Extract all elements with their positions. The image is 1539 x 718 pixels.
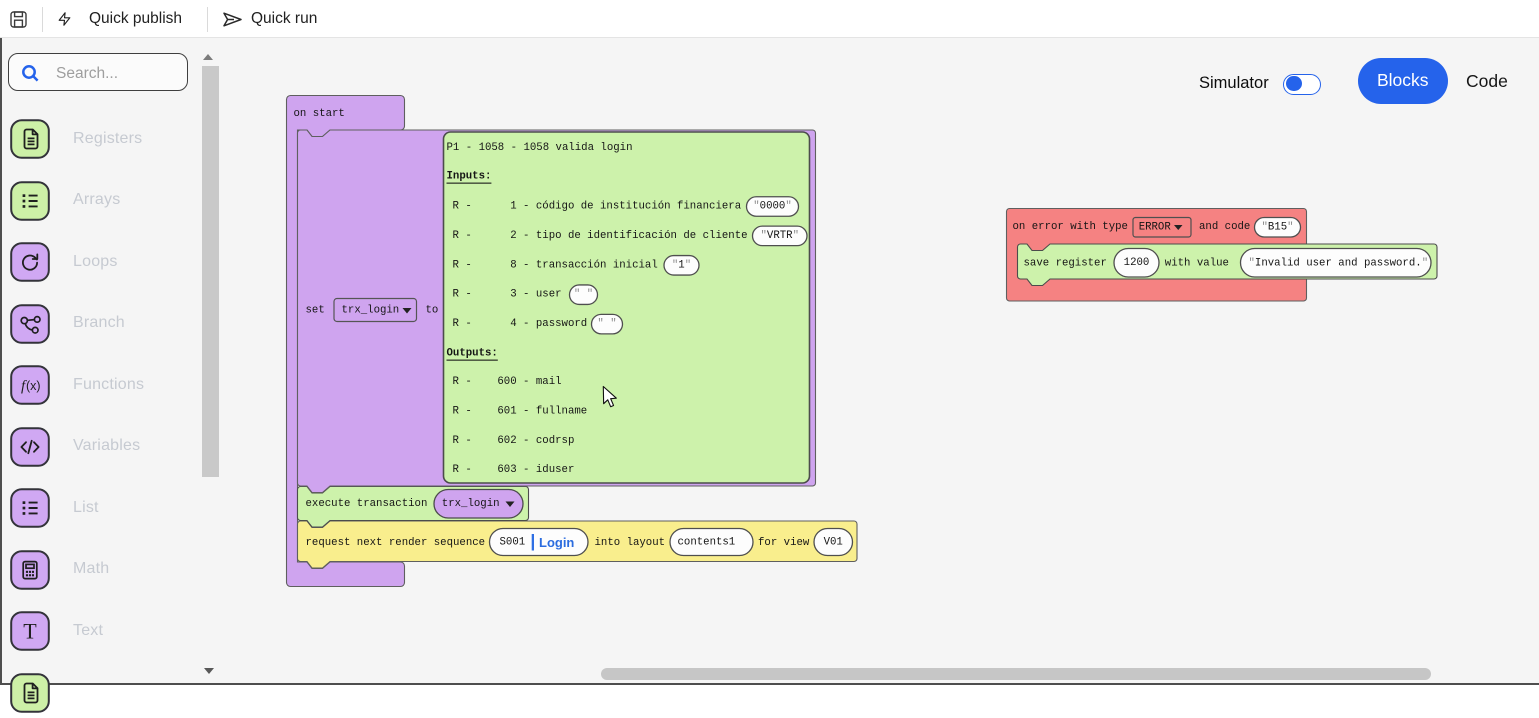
svg-text:P1 - 1058 - 1058 valida login: P1 - 1058 - 1058 valida login (447, 142, 633, 154)
svg-text:into layout: into layout (595, 537, 666, 549)
svg-text:R - 4 - password: R - 4 - password (453, 318, 588, 330)
svg-text:Login: Login (539, 535, 574, 550)
svg-text:on error with type: on error with type (1013, 221, 1128, 233)
svg-text:S001: S001 (500, 537, 526, 549)
svg-text:to: to (426, 305, 439, 317)
svg-text:"B15": "B15" (1261, 221, 1293, 233)
svg-text:request next render sequence: request next render sequence (306, 537, 486, 549)
svg-text:(x): (x) (26, 379, 41, 393)
svg-text:R - 2 - tipo de identific: R - 2 - tipo de identificación de client… (453, 230, 748, 242)
svg-text:on start: on start (294, 108, 345, 120)
svg-text:Inputs:: Inputs: (447, 171, 492, 183)
svg-text:R - 1 - código de institu: R - 1 - código de institución financiera (453, 201, 742, 213)
svg-text:R - 603 - iduser: R - 603 - iduser (453, 464, 575, 476)
svg-text:"0000": "0000" (753, 201, 792, 213)
svg-text:R - 602 - codrsp: R - 602 - codrsp (453, 435, 575, 447)
svg-text:" ": " " (597, 318, 616, 330)
svg-text:R - 600 - mail: R - 600 - mail (453, 376, 562, 388)
svg-text:ERROR: ERROR (1139, 221, 1172, 233)
svg-text:"1": "1" (672, 259, 691, 271)
svg-text:trx_login: trx_login (342, 305, 400, 317)
svg-text:for view: for view (758, 537, 810, 549)
svg-text:with value: with value (1165, 258, 1229, 270)
svg-text:R - 601 - fullname: R - 601 - fullname (453, 405, 588, 417)
svg-text:set: set (306, 305, 325, 317)
svg-text:"VRTR": "VRTR" (761, 230, 800, 242)
svg-text:trx_login: trx_login (442, 498, 500, 510)
svg-text:V01: V01 (824, 537, 843, 549)
svg-text:save register: save register (1024, 258, 1107, 270)
svg-text:R - 3 - user: R - 3 - user (453, 289, 562, 301)
svg-text:Outputs:: Outputs: (447, 348, 498, 360)
svg-text:execute transaction: execute transaction (306, 498, 428, 510)
svg-text:T: T (23, 619, 37, 644)
svg-text:1200: 1200 (1124, 257, 1150, 269)
svg-text:contents1: contents1 (678, 537, 736, 549)
svg-text:"Invalid user and password.": "Invalid user and password." (1249, 258, 1429, 270)
svg-text:" ": " " (574, 289, 593, 301)
svg-text:and code: and code (1199, 221, 1250, 233)
svg-text:R - 8 - transacción inici: R - 8 - transacción inicial (453, 259, 658, 271)
